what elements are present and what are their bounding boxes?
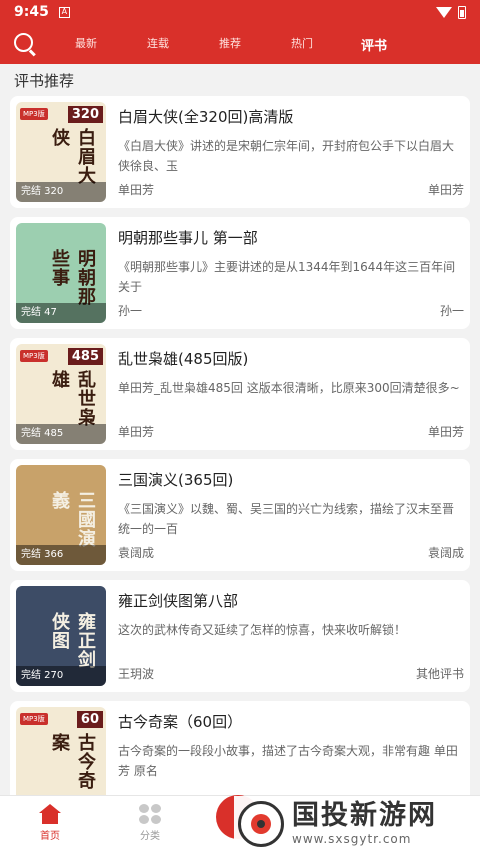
nav-category-label: 分类 (140, 831, 160, 842)
book-card[interactable]: 三國演義 完结 366 三国演义(365回) 《三国演义》以魏、蜀、吴三国的兴亡… (10, 459, 470, 571)
status-bar: 9:45 A (0, 0, 480, 24)
tab-latest[interactable]: 最新 (50, 35, 122, 54)
book-title: 明朝那些事儿 第一部 (118, 229, 258, 247)
wifi-icon (436, 6, 452, 18)
grid-icon (139, 804, 161, 824)
status-icons (436, 5, 466, 19)
book-title: 白眉大侠(全320回)高清版 (118, 108, 294, 126)
book-info: 古今奇案（60回） 古今奇案的一段段小故事，描述了古今奇案大观，非常有趣 单田芳… (106, 707, 464, 807)
tab-serial[interactable]: 连载 (122, 35, 194, 54)
book-desc: 古今奇案的一段段小故事，描述了古今奇案大观，非常有趣 单田芳 原名 (118, 744, 458, 778)
book-source: 单田芳 (427, 183, 464, 197)
nav-home-label: 首页 (40, 831, 60, 842)
book-desc: 《白眉大侠》讲述的是宋朝仁宗年间，开封府包公手下以白眉大侠徐良、玉 (118, 139, 455, 173)
cover-tag: MP3版 (20, 108, 48, 120)
status-badge: 完结 485 (16, 424, 106, 444)
book-info: 明朝那些事儿 第一部 《明朝那些事儿》主要讲述的是从1344年到1644年这三百… (106, 223, 464, 323)
book-title: 古今奇案（60回） (118, 713, 243, 731)
book-info: 白眉大侠(全320回)高清版 《白眉大侠》讲述的是宋朝仁宗年间，开封府包公手下以… (106, 102, 464, 202)
cover-number: 320 (67, 106, 103, 123)
book-author: 袁阔成 (118, 546, 155, 560)
book-author: 单田芳 (118, 183, 155, 197)
book-cover: 雍正剑侠图 完结 270 (16, 586, 106, 686)
book-author: 孙一 (118, 304, 143, 318)
book-source: 其他评书 (415, 667, 464, 681)
book-info: 三国演义(365回) 《三国演义》以魏、蜀、吴三国的兴亡为线索，描绘了汉末至晋统… (106, 465, 464, 565)
status-time: 9:45 (14, 4, 49, 20)
cover-tag: MP3版 (20, 713, 48, 725)
book-card[interactable]: MP3版 485 乱世枭雄 完结 485 乱世枭雄(485回版) 单田芳_乱世枭… (10, 338, 470, 450)
book-card[interactable]: MP3版 320 白眉大侠 完结 320 白眉大侠(全320回)高清版 《白眉大… (10, 96, 470, 208)
book-author: 单田芳 (118, 425, 155, 439)
book-source: 单田芳 (427, 425, 464, 439)
status-badge: 完结 320 (16, 182, 106, 202)
book-desc: 《明朝那些事儿》主要讲述的是从1344年到1644年这三百年间关于 (118, 260, 456, 294)
nav-category[interactable]: 分类 (100, 796, 200, 851)
book-desc: 《三国演义》以魏、蜀、吴三国的兴亡为线索，描绘了汉末至晋统一的一百 (118, 502, 455, 536)
status-badge: 完结 366 (16, 545, 106, 565)
book-list: MP3版 320 白眉大侠 完结 320 白眉大侠(全320回)高清版 《白眉大… (0, 96, 480, 813)
book-cover: 三國演義 完结 366 (16, 465, 106, 565)
book-card[interactable]: 明朝那些事 完结 47 明朝那些事儿 第一部 《明朝那些事儿》主要讲述的是从13… (10, 217, 470, 329)
book-cover: MP3版 320 白眉大侠 完结 320 (16, 102, 106, 202)
book-title: 乱世枭雄(485回版) (118, 350, 249, 368)
nav-home[interactable]: 首页 (0, 796, 100, 851)
battery-icon (458, 5, 466, 19)
cover-tag: MP3版 (20, 350, 48, 362)
book-card[interactable]: 雍正剑侠图 完结 270 雍正剑侠图第八部 这次的武林传奇又延续了怎样的惊喜，快… (10, 580, 470, 692)
tab-pingshu[interactable]: 评书 (338, 35, 410, 54)
sim-icon: A (58, 6, 70, 18)
home-icon (39, 804, 61, 824)
watermark-logo-icon (238, 800, 284, 847)
book-info: 雍正剑侠图第八部 这次的武林传奇又延续了怎样的惊喜，快来收听解锁！ 王玥波 其他… (106, 586, 464, 686)
cover-number: 485 (67, 348, 103, 365)
tab-hot[interactable]: 热门 (266, 35, 338, 54)
book-title: 三国演义(365回) (118, 471, 234, 489)
watermark-title: 国投新游网 (292, 800, 437, 831)
top-nav: 最新 连载 推荐 热门 评书 (0, 24, 480, 64)
book-desc: 这次的武林传奇又延续了怎样的惊喜，快来收听解锁！ (118, 623, 407, 637)
cover-number: 60 (76, 711, 103, 728)
book-cover: 明朝那些事 完结 47 (16, 223, 106, 323)
search-icon[interactable] (14, 33, 36, 55)
watermark: 国投新游网 www.sxsgytr.com (234, 796, 480, 851)
section-title: 评书推荐 (14, 72, 75, 90)
book-cover: MP3版 485 乱世枭雄 完结 485 (16, 344, 106, 444)
book-title: 雍正剑侠图第八部 (118, 592, 239, 610)
book-source: 孙一 (439, 304, 464, 318)
book-info: 乱世枭雄(485回版) 单田芳_乱世枭雄485回 这版本很清晰，比原来300回清… (106, 344, 464, 444)
book-author: 王玥波 (118, 667, 155, 681)
book-desc: 单田芳_乱世枭雄485回 这版本很清晰，比原来300回清楚很多~ (118, 381, 460, 395)
status-badge: 完结 270 (16, 666, 106, 686)
status-badge: 完结 47 (16, 303, 106, 323)
book-cover: MP3版 60 古今奇案 (16, 707, 106, 807)
tab-recommend[interactable]: 推荐 (194, 35, 266, 54)
watermark-url: www.sxsgytr.com (292, 832, 412, 846)
book-source: 袁阔成 (427, 546, 464, 560)
category-tabs: 最新 连载 推荐 热门 评书 (50, 35, 480, 54)
